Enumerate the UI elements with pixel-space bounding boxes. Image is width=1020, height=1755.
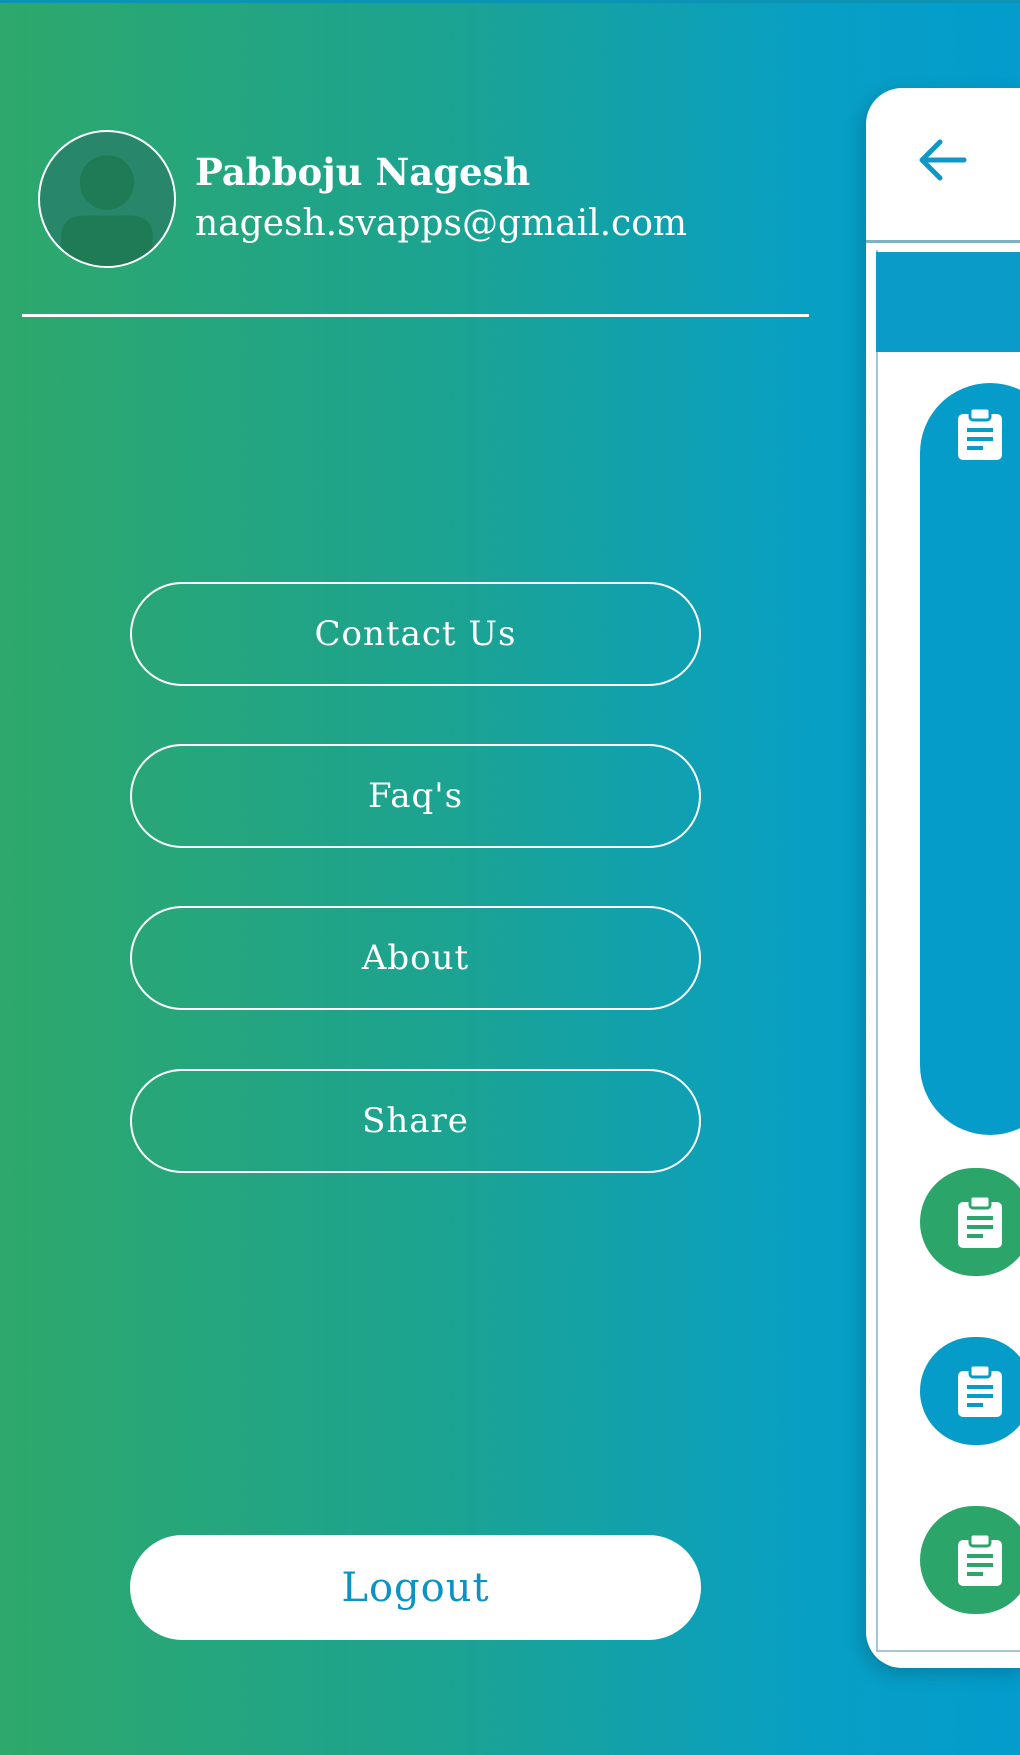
avatar[interactable] [38, 130, 176, 268]
about-button[interactable]: About [130, 906, 701, 1010]
list-item[interactable] [920, 1337, 1020, 1445]
share-button[interactable]: Share [130, 1069, 701, 1173]
clipboard-icon [958, 1363, 1002, 1417]
clipboard-icon [958, 406, 1002, 460]
panel-header [876, 252, 1020, 352]
user-email: nagesh.svapps@gmail.com [195, 203, 688, 244]
navigation-drawer: Pabboju Nagesh nagesh.svapps@gmail.com C… [0, 0, 830, 1755]
logout-button[interactable]: Logout [130, 1535, 701, 1640]
arrow-left-icon[interactable] [914, 132, 970, 188]
list-item-card[interactable] [920, 383, 1020, 1135]
person-icon [61, 155, 153, 266]
list-item[interactable] [920, 1168, 1020, 1276]
toolbar-divider [866, 240, 1020, 243]
app-preview-card[interactable] [866, 88, 1020, 1668]
user-name: Pabboju Nagesh [195, 150, 531, 194]
clipboard-icon [958, 1532, 1002, 1586]
contact-us-button[interactable]: Contact Us [130, 582, 701, 686]
header-divider [22, 314, 809, 317]
faqs-button[interactable]: Faq's [130, 744, 701, 848]
list-item[interactable] [920, 1506, 1020, 1614]
clipboard-icon [958, 1194, 1002, 1248]
